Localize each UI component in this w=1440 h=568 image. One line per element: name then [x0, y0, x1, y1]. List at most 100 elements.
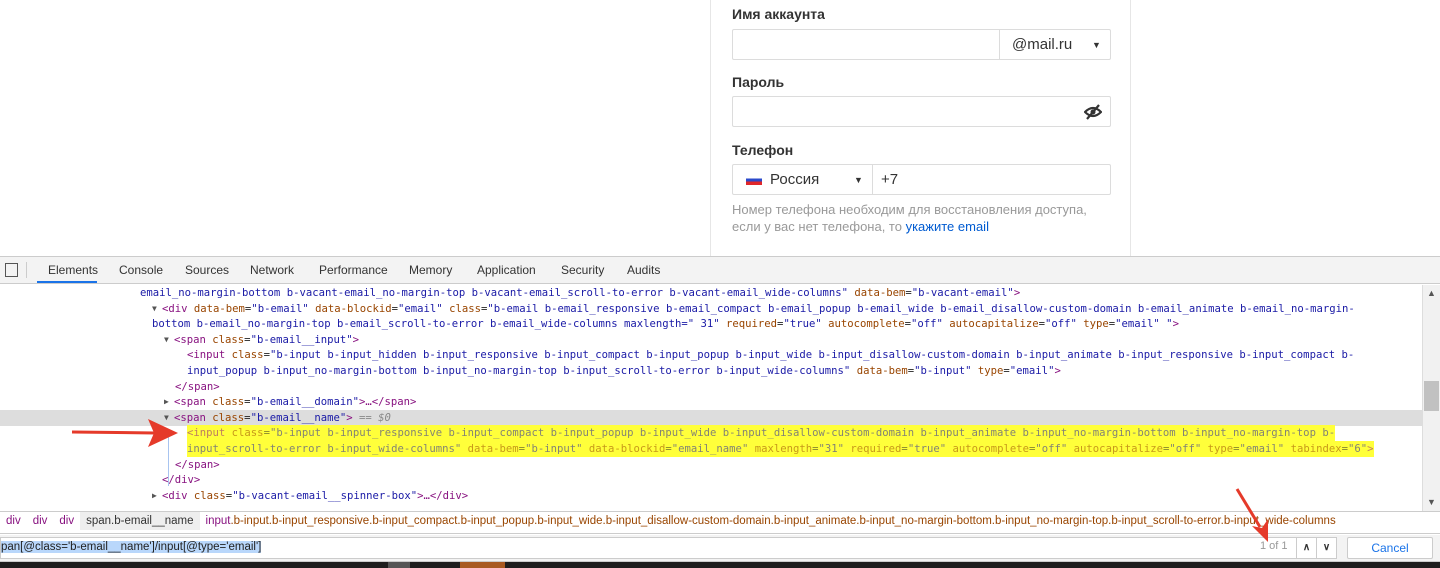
dom-node-line[interactable]: </div>	[0, 472, 1422, 488]
expand-triangle-icon[interactable]: ▼	[152, 301, 157, 317]
code-token: "email"	[1009, 365, 1055, 377]
dom-node-line[interactable]: email_no-margin-bottom b-vacant-email_no…	[0, 285, 1422, 301]
code-token: "true"	[907, 443, 947, 455]
dom-node-line[interactable]: <input class="b-input b-input_hidden b-i…	[0, 347, 1422, 363]
taskbar	[0, 562, 1440, 568]
code-token: "b-input"	[525, 443, 583, 455]
dom-node-line[interactable]: ▼ <div data-bem="b-email" data-blockid="e…	[0, 301, 1422, 317]
code-token: type	[1201, 443, 1234, 455]
code-token: <span	[174, 333, 206, 346]
breadcrumb-item[interactable]: div	[27, 512, 54, 530]
phone-number-input[interactable]: +7	[881, 171, 898, 188]
tab-console[interactable]: Console	[119, 263, 163, 277]
dom-node-line[interactable]: ▼ <span class="b-email__input">	[0, 332, 1422, 348]
registration-form: Имя аккаунта @mail.ru ▼ Пароль Телефон Ро…	[710, 0, 1131, 256]
password-input[interactable]	[732, 96, 1111, 127]
dom-node-line[interactable]: bottom b-email_no-margin-top b-email_scr…	[0, 316, 1422, 332]
collapse-triangle-icon[interactable]: ▶	[164, 394, 169, 410]
country-select[interactable]: Россия ▼	[733, 165, 873, 194]
tab-elements[interactable]: Elements	[48, 263, 98, 277]
breadcrumb-item[interactable]: div	[53, 512, 80, 530]
scroll-up-icon[interactable]: ▲	[1427, 288, 1436, 298]
tab-security[interactable]: Security	[561, 263, 604, 277]
code-token: =	[263, 427, 270, 440]
tab-memory[interactable]: Memory	[409, 263, 452, 277]
code-token: >	[352, 333, 360, 346]
domain-select[interactable]: @mail.ru ▼	[999, 30, 1110, 59]
tab-sources[interactable]: Sources	[185, 263, 229, 277]
code-token: class	[225, 349, 264, 362]
tab-network[interactable]: Network	[250, 263, 294, 277]
phone-label: Телефон	[732, 142, 794, 158]
code-token: class	[225, 427, 264, 440]
breadcrumb: div div div span.b-email__name input.b-input…	[0, 511, 1440, 534]
breadcrumb-item-selected[interactable]: span.b-email__name	[80, 512, 200, 530]
collapse-triangle-icon[interactable]: ▶	[152, 488, 157, 504]
code-token: "b-vacant-email__spinner-box"	[232, 489, 418, 502]
search-bar: pan[@class='b-email__name']/input[@type=…	[0, 535, 1440, 562]
dom-node-markup: <span class="b-email__input">	[174, 332, 359, 348]
dom-node-line[interactable]: <input class="b-input b-input_responsive…	[0, 425, 1422, 442]
taskbar-item[interactable]	[388, 562, 410, 568]
code-token: == $0	[352, 411, 391, 424]
scrollbar-thumb[interactable]	[1424, 381, 1439, 411]
taskbar-item-active[interactable]	[460, 562, 505, 568]
code-token: "b-email__input"	[250, 333, 353, 346]
dom-node-line[interactable]: </span>	[0, 379, 1422, 395]
code-token: >	[1054, 365, 1061, 377]
dom-node-line[interactable]: ▶ <div class="b-vacant-email__spinner-box…	[0, 488, 1422, 504]
code-token: class	[442, 302, 481, 315]
breadcrumb-item[interactable]: div	[0, 512, 27, 530]
devtools-tab-bar: Elements Console Sources Network Perform…	[0, 256, 1440, 284]
dom-node-markup: <input class="b-input b-input_responsive…	[187, 425, 1336, 442]
code-token: >…</div>	[417, 489, 469, 502]
dom-node-line[interactable]: </span>	[0, 457, 1422, 473]
scroll-down-icon[interactable]: ▼	[1427, 497, 1436, 507]
dom-node-markup: input_popup b-input_no-margin-bottom b-i…	[187, 363, 1061, 379]
device-toolbar-icon[interactable]	[5, 263, 18, 277]
code-token: "off"	[1035, 443, 1068, 455]
cancel-button[interactable]: Cancel	[1347, 537, 1433, 559]
eye-off-icon[interactable]	[1084, 103, 1102, 121]
code-token: <div	[162, 489, 188, 502]
chevron-down-icon: ▼	[854, 175, 863, 185]
code-token: "b-email__name"	[250, 411, 347, 424]
code-token: >	[1367, 443, 1374, 455]
dom-tree[interactable]: email_no-margin-bottom b-vacant-email_no…	[0, 285, 1422, 511]
code-token: >…</span>	[359, 396, 417, 409]
code-token: "off"	[1169, 443, 1202, 455]
specify-email-link[interactable]: укажите email	[906, 219, 989, 234]
dom-node-selected[interactable]: ▼ <span class="b-email__name"> == $0	[0, 409, 1422, 426]
expand-triangle-icon[interactable]: ▼	[164, 332, 169, 348]
code-token: <div	[162, 302, 188, 315]
dom-node-markup: <div data-bem="b-email" data-blockid="em…	[162, 301, 1355, 317]
code-token: "b-email__domain"	[250, 396, 359, 409]
tab-audits[interactable]: Audits	[627, 263, 660, 277]
divider	[26, 262, 27, 278]
code-token: "b-vacant-email"	[911, 287, 1014, 299]
tab-application[interactable]: Application	[477, 263, 536, 277]
search-query: pan[@class='b-email__name']/input[@type=…	[1, 541, 262, 553]
search-input[interactable]: pan[@class='b-email__name']/input[@type=…	[0, 537, 1337, 559]
code-token: "6"	[1347, 443, 1368, 455]
dom-node-markup: email_no-margin-bottom b-vacant-email_no…	[140, 285, 1020, 301]
code-token: autocomplete	[821, 318, 905, 331]
account-name-label: Имя аккаунта	[732, 6, 825, 22]
breadcrumb-classes: .b-input.b-input_responsive.b-input_comp…	[230, 515, 1336, 527]
code-token: type	[971, 365, 1004, 377]
code-token: autocapitalize	[942, 318, 1039, 331]
account-name-input[interactable]: @mail.ru ▼	[732, 29, 1111, 60]
code-token: tabindex	[1284, 443, 1342, 455]
code-token: input_scroll-to-error b-input_wide-colum…	[187, 443, 462, 455]
next-match-button[interactable]: ∨	[1316, 537, 1336, 559]
breadcrumb-item-input[interactable]: input.b-input.b-input_responsive.b-input…	[200, 512, 1342, 530]
dom-tree-scrollbar[interactable]: ▲ ▼	[1422, 285, 1440, 511]
dom-node-line[interactable]: ▶ <span class="b-email__domain">…</span>	[0, 394, 1422, 410]
previous-match-button[interactable]: ∧	[1296, 537, 1316, 559]
code-token: "email"	[1239, 443, 1285, 455]
expand-triangle-icon[interactable]: ▼	[164, 410, 169, 426]
russia-flag-icon	[746, 175, 762, 185]
tab-performance[interactable]: Performance	[319, 263, 388, 277]
dom-node-line[interactable]: input_popup b-input_no-margin-bottom b-i…	[0, 363, 1422, 379]
dom-node-line[interactable]: input_scroll-to-error b-input_wide-colum…	[0, 441, 1422, 457]
